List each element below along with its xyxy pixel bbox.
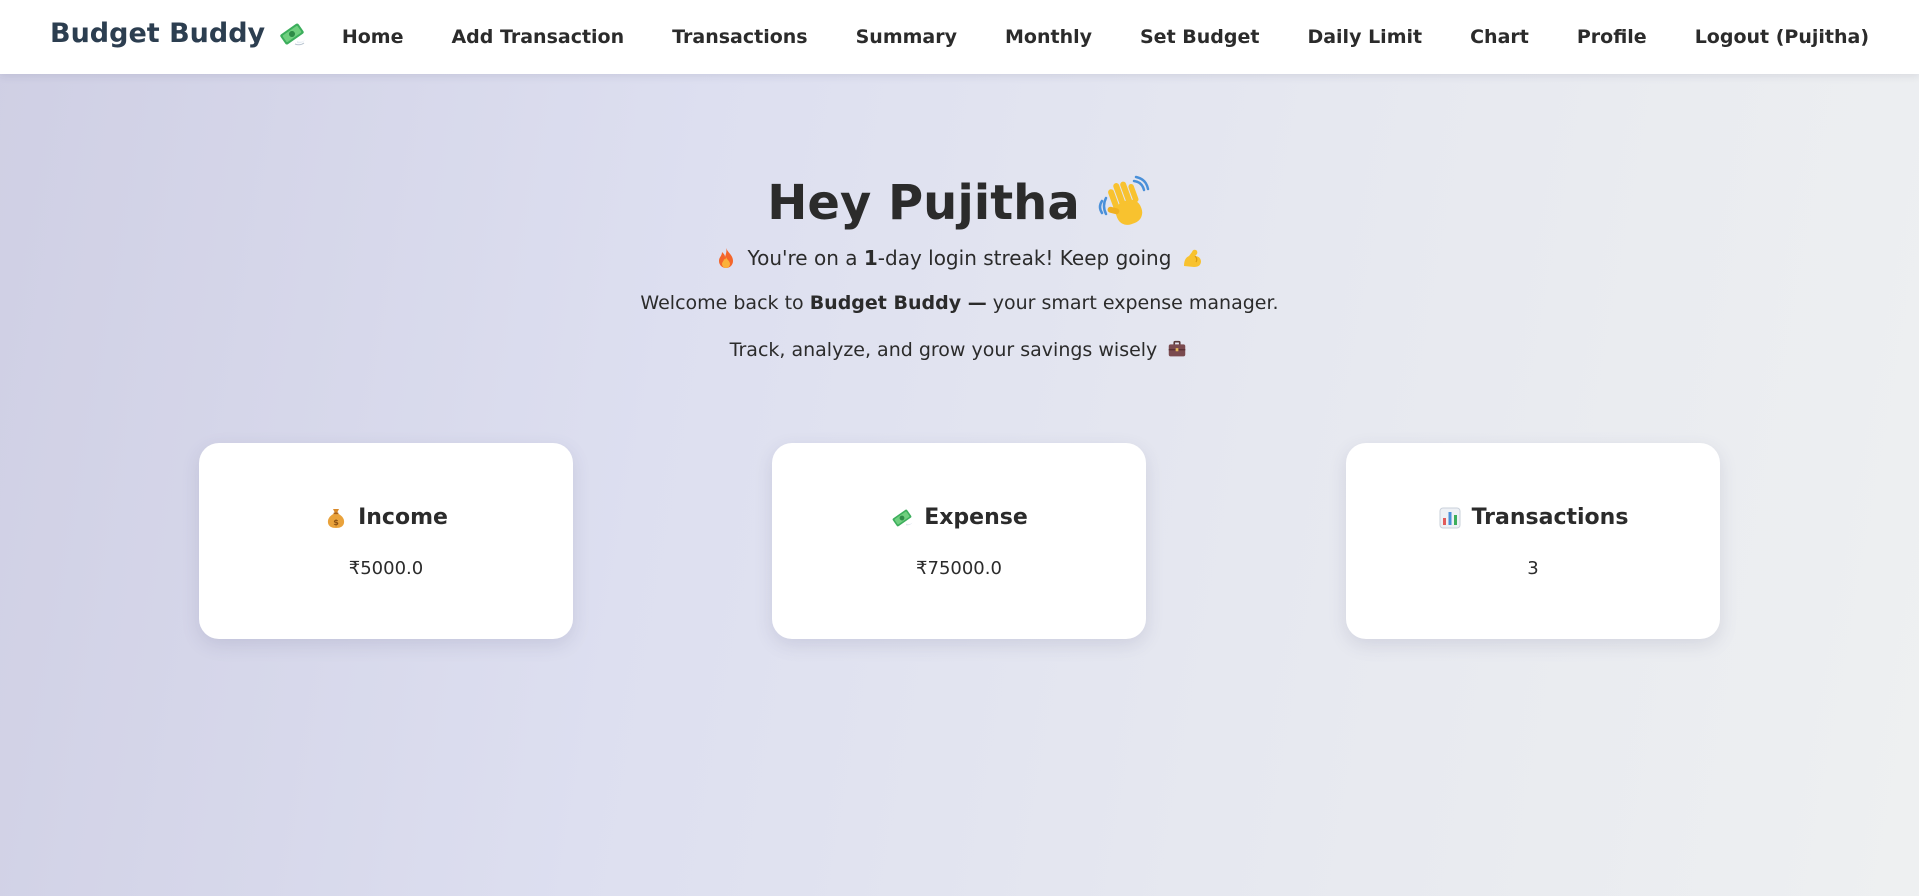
welcome-text: Welcome back to Budget Buddy — your smar… xyxy=(640,292,1279,314)
nav-add-transaction[interactable]: Add Transaction xyxy=(451,26,624,48)
brand-logo[interactable]: Budget Buddy xyxy=(50,18,307,49)
briefcase-icon xyxy=(1165,338,1189,362)
fire-icon xyxy=(714,246,738,270)
expense-card-title: Expense xyxy=(772,505,1146,530)
greeting-heading: Hey Pujitha xyxy=(767,170,1152,236)
transactions-card: Transactions 3 xyxy=(1346,443,1720,639)
greeting-text: Hey Pujitha xyxy=(767,175,1080,231)
transactions-card-title: Transactions xyxy=(1346,505,1720,530)
welcome-brand: Budget Buddy — xyxy=(809,292,987,314)
flexed-biceps-icon xyxy=(1181,246,1205,270)
streak-days: 1 xyxy=(863,246,878,270)
income-card: $ Income ₹5000.0 xyxy=(199,443,573,639)
tagline: Track, analyze, and grow your savings wi… xyxy=(0,338,1919,362)
money-with-wings-icon xyxy=(890,506,914,530)
waving-hand-icon xyxy=(1096,175,1152,231)
money-bag-icon: $ xyxy=(324,506,348,530)
money-with-wings-icon xyxy=(277,19,307,49)
nav-profile[interactable]: Profile xyxy=(1577,26,1647,48)
brand-name: Budget Buddy xyxy=(50,18,266,49)
bar-chart-icon xyxy=(1438,506,1462,530)
nav-set-budget[interactable]: Set Budget xyxy=(1140,26,1259,48)
streak-text: You're on a 1-day login streak! Keep goi… xyxy=(747,246,1172,270)
svg-text:$: $ xyxy=(333,518,339,527)
hero-section: Hey Pujitha You're on a 1-day login stre… xyxy=(0,170,1919,362)
nav-transactions[interactable]: Transactions xyxy=(672,26,807,48)
tagline-text: Track, analyze, and grow your savings wi… xyxy=(729,339,1158,361)
login-streak: You're on a 1-day login streak! Keep goi… xyxy=(0,246,1919,270)
nav-logout[interactable]: Logout (Pujitha) xyxy=(1695,26,1869,48)
nav-links: Home Add Transaction Transactions Summar… xyxy=(342,0,1869,74)
expense-card: Expense ₹75000.0 xyxy=(772,443,1146,639)
transactions-value: 3 xyxy=(1527,558,1539,579)
nav-monthly[interactable]: Monthly xyxy=(1005,26,1092,48)
income-value: ₹5000.0 xyxy=(348,558,424,579)
expense-value: ₹75000.0 xyxy=(916,558,1002,579)
nav-summary[interactable]: Summary xyxy=(856,26,957,48)
nav-daily-limit[interactable]: Daily Limit xyxy=(1307,26,1422,48)
nav-home[interactable]: Home xyxy=(342,26,404,48)
nav-chart[interactable]: Chart xyxy=(1470,26,1529,48)
navbar: Budget Buddy Home Add Transaction Transa… xyxy=(0,0,1919,74)
income-card-title: $ Income xyxy=(199,505,573,530)
